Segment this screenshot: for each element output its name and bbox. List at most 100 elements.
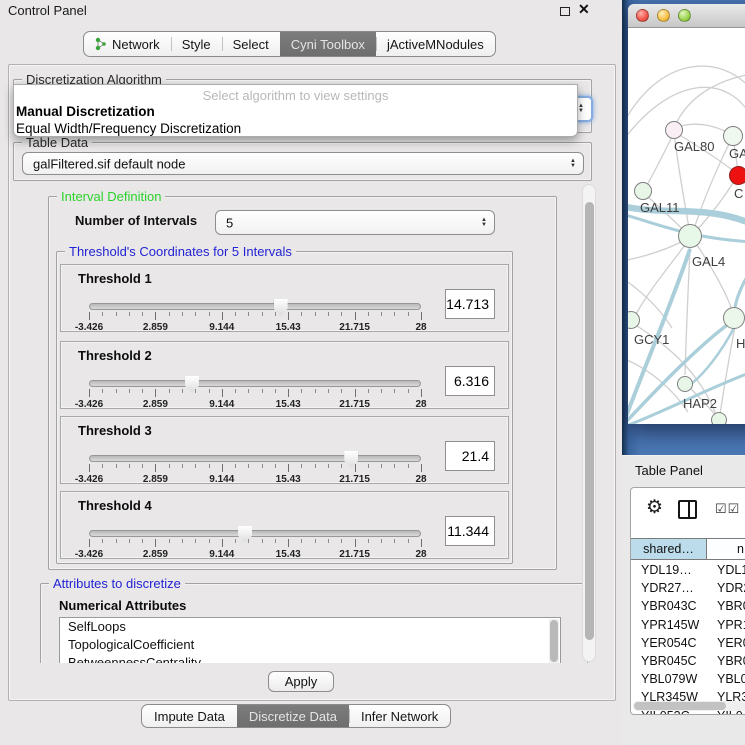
float-window-icon[interactable] bbox=[560, 7, 570, 16]
network-node[interactable] bbox=[723, 307, 745, 329]
attributes-scrollbar[interactable] bbox=[549, 619, 559, 663]
table-row[interactable]: YBR043CYBR0 bbox=[631, 597, 745, 615]
tab-label: Discretize Data bbox=[249, 709, 337, 724]
column-header-shared-name[interactable]: shared… bbox=[631, 538, 707, 560]
network-node[interactable] bbox=[711, 412, 727, 424]
slider-track[interactable] bbox=[89, 380, 421, 387]
gear-icon[interactable]: ⚙ bbox=[646, 496, 663, 519]
network-canvas[interactable]: GAL80GACGAL11GAL4GCY1HHAP2 bbox=[628, 28, 745, 424]
table-horizontal-scrollbar[interactable] bbox=[633, 701, 745, 711]
cell-name[interactable]: YBR0 bbox=[707, 597, 745, 615]
table-row[interactable]: YBR045CYBR0 bbox=[631, 652, 745, 670]
slider-track[interactable] bbox=[89, 530, 421, 537]
threshold-1-slider[interactable]: -3.4262.8599.14415.4321.71528 bbox=[89, 299, 421, 333]
cell-name[interactable]: YBL0 bbox=[707, 670, 745, 688]
network-node-label: GAL11 bbox=[640, 200, 680, 215]
minimize-traffic-light-icon[interactable] bbox=[657, 9, 670, 22]
cell-name[interactable]: YBR0 bbox=[707, 652, 745, 670]
algorithm-option-equal-width[interactable]: Equal Width/Frequency Discretization bbox=[14, 120, 577, 137]
network-node[interactable] bbox=[665, 121, 683, 139]
network-window-titlebar[interactable] bbox=[628, 4, 745, 28]
tab-infer-network[interactable]: Infer Network bbox=[349, 705, 450, 727]
tab-select[interactable]: Select bbox=[222, 32, 280, 56]
threshold-value-field[interactable]: 14.713 bbox=[445, 289, 495, 319]
tick-mark bbox=[169, 389, 170, 393]
cell-shared-name[interactable]: YBL079W bbox=[631, 670, 707, 688]
tick-mark bbox=[262, 539, 263, 543]
table-row[interactable]: YBL079WYBL0 bbox=[631, 670, 745, 688]
network-node[interactable] bbox=[729, 166, 745, 185]
column-header-name[interactable]: n bbox=[707, 538, 745, 560]
threshold-value-field[interactable]: 21.4 bbox=[445, 441, 495, 471]
tick-mark bbox=[408, 389, 409, 393]
settings-scrollbar-thumb[interactable] bbox=[585, 202, 594, 640]
cell-shared-name[interactable]: YBR045C bbox=[631, 652, 707, 670]
control-panel-titlebar: Control Panel ✕ bbox=[0, 0, 622, 22]
threshold-value-field[interactable]: 11.344 bbox=[445, 516, 495, 546]
threshold-3-slider[interactable]: -3.4262.8599.14415.4321.71528 bbox=[89, 451, 421, 485]
attribute-list-item[interactable]: SelfLoops bbox=[60, 618, 560, 636]
tab-impute-data[interactable]: Impute Data bbox=[142, 705, 237, 727]
slider-track[interactable] bbox=[89, 455, 421, 462]
slider-ticks bbox=[89, 312, 421, 321]
settings-scrollbar[interactable] bbox=[582, 184, 596, 662]
numerical-attributes-list[interactable]: SelfLoopsTopologicalCoefficientBetweenne… bbox=[59, 617, 561, 663]
tick-mark bbox=[209, 464, 210, 468]
tab-network[interactable]: Network bbox=[84, 32, 171, 56]
threshold-4-slider[interactable]: -3.4262.8599.14415.4321.71528 bbox=[89, 526, 421, 560]
cell-shared-name[interactable]: YDL19… bbox=[631, 561, 707, 579]
table-row[interactable]: YER054CYER0 bbox=[631, 634, 745, 652]
spinner-arrows-icon: ▲▼ bbox=[481, 218, 487, 228]
tick-mark bbox=[142, 389, 143, 393]
slider-track[interactable] bbox=[89, 303, 421, 310]
cell-shared-name[interactable]: YBR043C bbox=[631, 597, 707, 615]
cell-name[interactable]: YDL1 bbox=[707, 561, 745, 579]
threshold-2-slider[interactable]: -3.4262.8599.14415.4321.71528 bbox=[89, 376, 421, 410]
cell-name[interactable]: YDR2 bbox=[707, 579, 745, 597]
close-traffic-light-icon[interactable] bbox=[636, 9, 649, 22]
cell-shared-name[interactable]: YPR145W bbox=[631, 616, 707, 634]
table-row[interactable]: YDR27…YDR2 bbox=[631, 579, 745, 597]
network-node[interactable] bbox=[634, 182, 652, 200]
tick-mark bbox=[288, 464, 289, 472]
network-node[interactable] bbox=[723, 126, 743, 146]
network-node[interactable] bbox=[677, 376, 693, 392]
close-icon[interactable]: ✕ bbox=[578, 1, 590, 18]
attribute-list-item[interactable]: BetweennessCentrality bbox=[60, 654, 560, 663]
tab-label: Style bbox=[182, 37, 211, 52]
tick-label: -3.426 bbox=[75, 322, 103, 333]
cell-shared-name[interactable]: YDR27… bbox=[631, 579, 707, 597]
cell-shared-name[interactable]: YER054C bbox=[631, 634, 707, 652]
checkbox-icons[interactable]: ☑☑ bbox=[715, 501, 740, 517]
tick-mark bbox=[142, 312, 143, 316]
tick-label: 2.859 bbox=[143, 549, 168, 560]
tick-mark bbox=[328, 312, 329, 316]
cell-name[interactable]: YER0 bbox=[707, 634, 745, 652]
tab-discretize-data[interactable]: Discretize Data bbox=[237, 705, 349, 727]
algorithm-dropdown-popup: Select algorithm to view settings Manual… bbox=[13, 84, 578, 137]
tick-mark bbox=[102, 312, 103, 316]
split-columns-icon[interactable] bbox=[678, 500, 697, 519]
algorithm-placeholder-option[interactable]: Select algorithm to view settings bbox=[14, 85, 577, 103]
table-data-combobox[interactable]: galFiltered.sif default node ▲▼ bbox=[22, 152, 584, 175]
tick-mark bbox=[275, 539, 276, 543]
tick-mark bbox=[394, 539, 395, 543]
tick-mark bbox=[182, 312, 183, 316]
cell-name[interactable]: YPR1 bbox=[707, 616, 745, 634]
tab-cyni-toolbox[interactable]: Cyni Toolbox bbox=[280, 32, 376, 56]
tick-label: 28 bbox=[415, 322, 426, 333]
algorithm-option-manual[interactable]: Manual Discretization bbox=[14, 103, 577, 120]
tab-style[interactable]: Style bbox=[171, 32, 222, 56]
zoom-traffic-light-icon[interactable] bbox=[678, 9, 691, 22]
table-row[interactable]: YDL19…YDL1 bbox=[631, 561, 745, 579]
num-intervals-combobox[interactable]: 5 ▲▼ bbox=[215, 210, 495, 235]
tick-mark bbox=[195, 539, 196, 543]
attributes-section: Attributes to discretize Numerical Attri… bbox=[40, 583, 588, 663]
tab-jactivemnodules[interactable]: jActiveMNodules bbox=[376, 32, 495, 56]
apply-button[interactable]: Apply bbox=[268, 671, 334, 692]
network-node[interactable] bbox=[678, 224, 702, 248]
table-row[interactable]: YPR145WYPR1 bbox=[631, 616, 745, 634]
tick-label: 2.859 bbox=[143, 399, 168, 410]
attribute-list-item[interactable]: TopologicalCoefficient bbox=[60, 636, 560, 654]
threshold-value-field[interactable]: 6.316 bbox=[445, 366, 495, 396]
